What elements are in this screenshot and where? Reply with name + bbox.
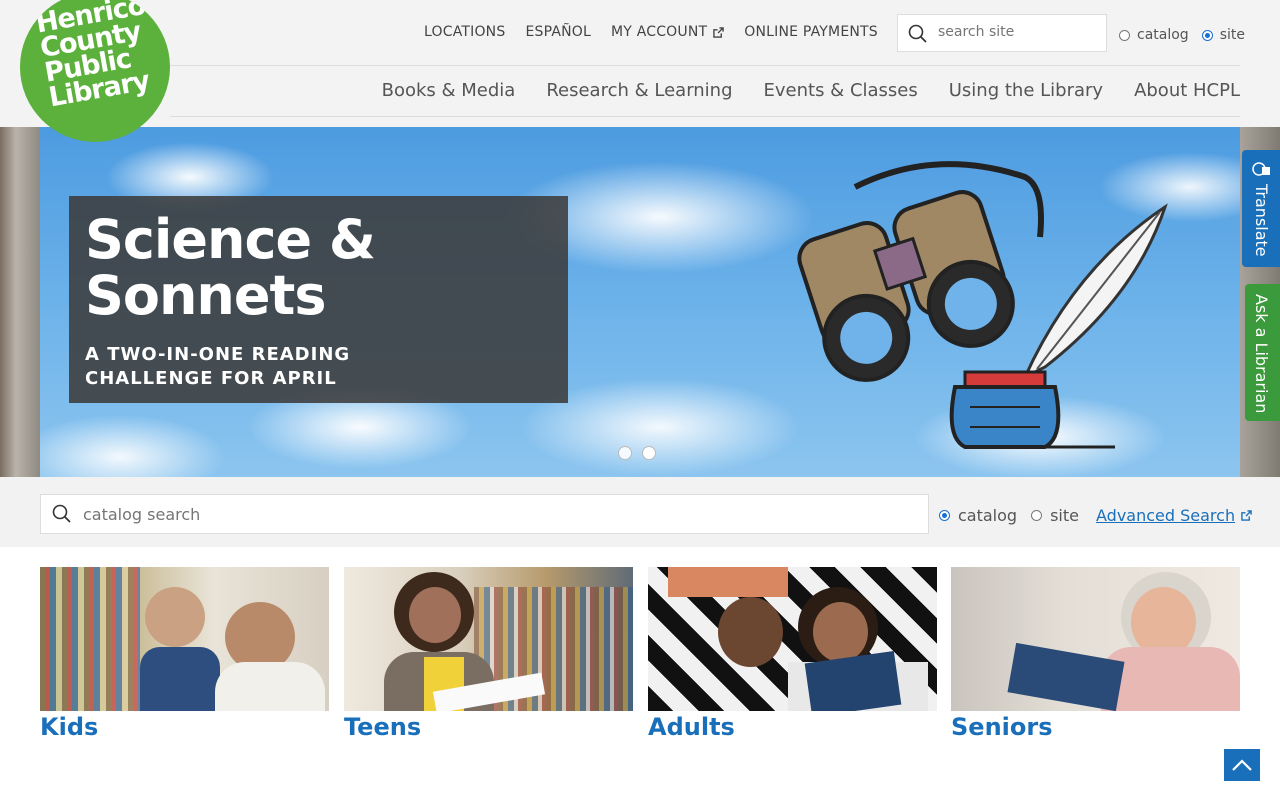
chevron-up-icon — [1232, 759, 1252, 771]
adults-photo — [648, 567, 937, 711]
nav-about-hcpl[interactable]: About HCPL — [1134, 80, 1240, 101]
ask-librarian-tab[interactable]: Ask a Librarian — [1245, 284, 1280, 421]
back-to-top-button[interactable] — [1224, 749, 1260, 781]
header: LOCATIONS ESPAÑOL MY ACCOUNT ONLINE PAYM… — [0, 0, 1280, 128]
carousel-dot-2[interactable] — [642, 446, 656, 460]
radio-site-label: site — [1050, 506, 1079, 525]
audience-card-kids[interactable]: Kids — [40, 567, 329, 741]
carousel-dots — [618, 446, 656, 460]
util-link-espanol[interactable]: ESPAÑOL — [525, 24, 591, 40]
top-search-scope: catalog site — [1119, 27, 1245, 43]
catalog-search-band: catalog site Advanced Search — [0, 477, 1280, 547]
radio-catalog-label: catalog — [958, 506, 1018, 525]
catalog-search-scope: catalog site — [939, 506, 1079, 525]
radio-site-top[interactable] — [1201, 29, 1213, 41]
hero-text-box: Science & Sonnets A TWO-IN-ONE READING C… — [69, 196, 568, 403]
nav-events-classes[interactable]: Events & Classes — [764, 80, 918, 101]
ask-librarian-label: Ask a Librarian — [1252, 294, 1271, 414]
util-link-locations[interactable]: LOCATIONS — [424, 24, 505, 40]
external-link-icon — [1241, 510, 1252, 521]
audience-label-seniors[interactable]: Seniors — [951, 713, 1240, 741]
logo-wordmark: Henrico County Public Library — [33, 0, 152, 114]
hero-slide[interactable]: Science & Sonnets A TWO-IN-ONE READING C… — [40, 127, 1240, 477]
seniors-photo — [951, 567, 1240, 711]
nav-using-library[interactable]: Using the Library — [949, 80, 1103, 101]
search-icon[interactable] — [52, 504, 72, 524]
teens-photo — [344, 567, 633, 711]
radio-site[interactable] — [1031, 510, 1043, 521]
radio-site-top-label: site — [1219, 27, 1245, 43]
hero-carousel: Science & Sonnets A TWO-IN-ONE READING C… — [0, 127, 1280, 477]
divider — [170, 65, 1240, 66]
binoculars-quill-illustration — [797, 161, 1168, 449]
audience-card-teens[interactable]: Teens — [344, 567, 633, 741]
catalog-search-box — [40, 494, 929, 534]
audience-label-teens[interactable]: Teens — [344, 713, 633, 741]
translate-icon — [1252, 162, 1270, 176]
advanced-search-link[interactable]: Advanced Search — [1096, 506, 1252, 525]
translate-tab[interactable]: Translate — [1242, 150, 1280, 267]
search-icon[interactable] — [908, 24, 928, 44]
site-search-box — [897, 14, 1107, 52]
audience-label-kids[interactable]: Kids — [40, 713, 329, 741]
main-nav: Books & Media Research & Learning Events… — [382, 80, 1240, 101]
util-link-my-account[interactable]: MY ACCOUNT — [611, 24, 725, 40]
audience-card-seniors[interactable]: Seniors — [951, 567, 1240, 741]
external-link-icon — [713, 26, 725, 38]
kids-photo — [40, 567, 329, 711]
utility-nav: LOCATIONS ESPAÑOL MY ACCOUNT ONLINE PAYM… — [424, 24, 878, 40]
util-link-online-payments[interactable]: ONLINE PAYMENTS — [744, 24, 878, 40]
nav-research-learning[interactable]: Research & Learning — [546, 80, 732, 101]
divider — [170, 116, 1240, 117]
audience-label-adults[interactable]: Adults — [648, 713, 937, 741]
hero-title: Science & Sonnets — [85, 208, 376, 327]
hero-subtitle: A TWO-IN-ONE READING CHALLENGE FOR APRIL — [85, 344, 351, 389]
prev-slide-peek — [0, 127, 40, 477]
site-search-input[interactable] — [936, 23, 1100, 41]
catalog-search-input[interactable] — [81, 504, 885, 525]
radio-catalog-top[interactable] — [1119, 29, 1130, 41]
audience-card-adults[interactable]: Adults — [648, 567, 937, 741]
nav-books-media[interactable]: Books & Media — [382, 80, 516, 101]
carousel-dot-1[interactable] — [618, 446, 632, 460]
radio-catalog[interactable] — [939, 510, 950, 521]
translate-tab-label: Translate — [1252, 184, 1271, 257]
radio-catalog-top-label: catalog — [1137, 27, 1189, 43]
